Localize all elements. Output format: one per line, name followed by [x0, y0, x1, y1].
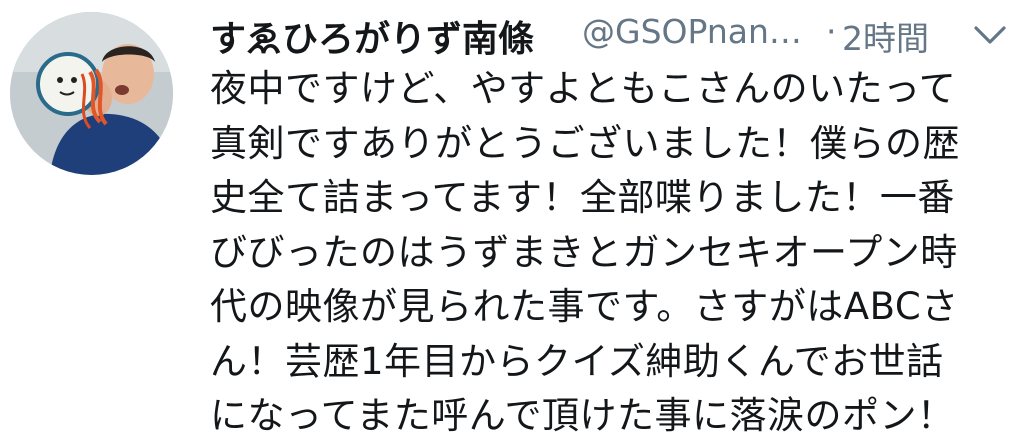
tweet-text-line: 夜中ですけど、やすよともこさんのいたって [210, 67, 957, 110]
tweet-header: すゑひろがりず南條 @GSOPnan… · 2時間 [210, 6, 1010, 62]
tweet-text-line: になってまた呼んで頂けた事に落涙のポン！ [210, 394, 955, 437]
tweet-text-line: 代の映像が見られた事です。さすがはABCさ [210, 285, 959, 328]
tweet-text-line: びびったのはうずまきとガンセキオープン時 [210, 230, 958, 274]
user-handle[interactable]: @GSOPnan… [582, 12, 802, 51]
tweet-text-line: ん！芸歴1年目からクイズ紳助くんでお世話 [210, 339, 944, 383]
separator-dot: · [826, 12, 837, 51]
chevron-down-icon[interactable] [972, 20, 1008, 50]
tweet-card[interactable]: すゑひろがりず南條 @GSOPnan… · 2時間 夜中ですけど、やすよともこさ… [0, 0, 1024, 437]
user-avatar[interactable] [10, 12, 173, 175]
tweet-text-line: 真剣ですありがとうございました！僕らの歴 [210, 121, 960, 165]
tweet-text: 夜中ですけど、やすよともこさんのいたって 真剣ですありがとうございました！僕らの… [210, 62, 990, 444]
display-name[interactable]: すゑひろがりず南條 [210, 10, 534, 62]
tweet-timestamp[interactable]: 2時間 [842, 12, 929, 60]
avatar-image-icon [10, 12, 173, 175]
tweet-text-line: 史全て詰まってます！全部喋りました！一番 [210, 176, 955, 219]
